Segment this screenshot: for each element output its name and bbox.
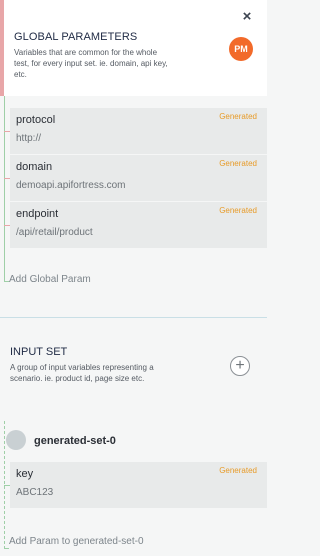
param-value: /api/retail/product bbox=[16, 227, 93, 238]
pm-badge[interactable]: PM bbox=[229, 37, 253, 61]
param-name: key bbox=[16, 468, 34, 480]
param-name: domain bbox=[16, 161, 53, 173]
input-set-avatar[interactable] bbox=[6, 430, 26, 450]
global-params-header: × GLOBAL PARAMETERS Variables that are c… bbox=[0, 0, 267, 96]
generated-tag: Generated bbox=[219, 159, 257, 168]
global-param-card-domain[interactable]: domain demoapi.apifortress.com Generated bbox=[10, 155, 267, 201]
global-param-card-endpoint[interactable]: endpoint /api/retail/product Generated bbox=[10, 202, 267, 248]
global-params-title: GLOBAL PARAMETERS bbox=[14, 31, 138, 43]
param-name: endpoint bbox=[16, 208, 59, 220]
input-set-guide-hook bbox=[4, 548, 9, 549]
add-set-param-link[interactable]: Add Param to generated-set-0 bbox=[9, 536, 144, 547]
section-divider bbox=[0, 317, 267, 318]
input-param-card-key[interactable]: key ABC123 Generated bbox=[10, 462, 267, 508]
global-param-card-protocol[interactable]: protocol http:// Generated bbox=[10, 108, 267, 154]
close-icon[interactable]: × bbox=[240, 9, 254, 24]
global-guide-line bbox=[4, 96, 5, 282]
input-set-title: INPUT SET bbox=[10, 346, 68, 358]
param-name: protocol bbox=[16, 114, 56, 126]
generated-tag: Generated bbox=[219, 206, 257, 215]
plus-circle-icon[interactable]: + bbox=[230, 356, 250, 376]
params-panel: × GLOBAL PARAMETERS Variables that are c… bbox=[0, 0, 267, 556]
input-set-description-line-1: A group of input variables representing … bbox=[10, 363, 154, 372]
global-accent-bar bbox=[0, 0, 4, 96]
generated-tag: Generated bbox=[219, 112, 257, 121]
global-params-description-line-1: Variables that are common for the whole bbox=[14, 48, 158, 57]
param-value: demoapi.apifortress.com bbox=[16, 180, 126, 191]
param-value: ABC123 bbox=[16, 487, 54, 498]
global-params-description-line-2: test, for every input set. ie. domain, a… bbox=[14, 59, 168, 68]
param-value: http:// bbox=[16, 133, 42, 144]
generated-tag: Generated bbox=[219, 466, 257, 475]
global-params-description-line-3: etc. bbox=[14, 70, 27, 79]
input-set-description-line-2: scenario. ie. product id, page size etc. bbox=[10, 374, 145, 383]
input-set-name[interactable]: generated-set-0 bbox=[34, 435, 116, 447]
add-global-param-link[interactable]: Add Global Param bbox=[9, 274, 91, 285]
